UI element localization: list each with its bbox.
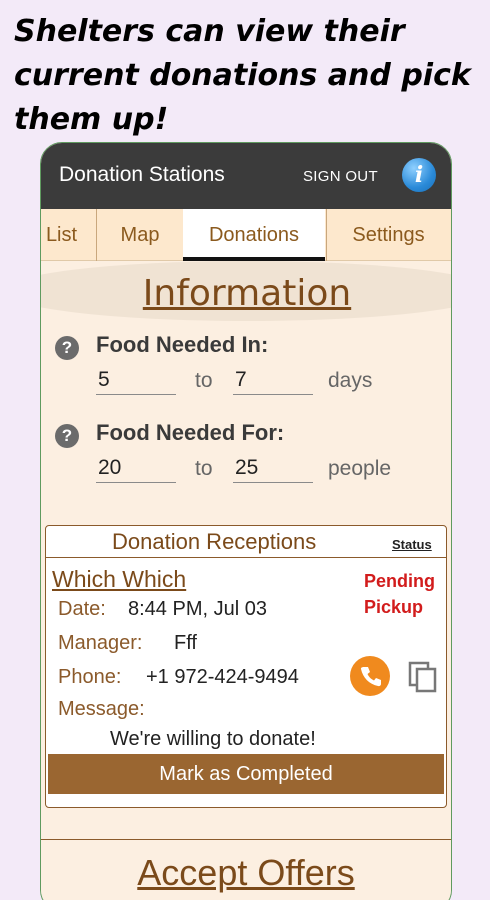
food-needed-in-label: Food Needed In: <box>96 332 269 357</box>
food-needed-in-unit: days <box>328 369 373 392</box>
manager-label: Manager: <box>58 632 143 654</box>
phone-label: Phone: <box>58 666 122 688</box>
tab-list[interactable]: List <box>41 209 97 261</box>
manager-value: Fff <box>174 632 197 654</box>
copy-icon[interactable] <box>408 661 438 693</box>
tab-settings[interactable]: Settings <box>326 209 450 261</box>
status-header: Status <box>392 537 432 552</box>
tab-map[interactable]: Map <box>97 209 183 261</box>
information-title: Information <box>142 273 352 314</box>
accept-offers-title[interactable]: Accept Offers <box>41 852 451 894</box>
food-needed-for-to-input[interactable]: 25 <box>233 453 313 483</box>
date-value: 8:44 PM, Jul 03 <box>128 598 267 620</box>
info-icon[interactable]: i <box>402 158 436 192</box>
accept-offers-section: Accept Offers <box>41 839 451 900</box>
message-label: Message: <box>58 698 145 720</box>
food-needed-for-from-input[interactable]: 20 <box>96 453 176 483</box>
donation-reception-card: Donation Receptions Status Which Which P… <box>45 525 447 808</box>
sign-out-button[interactable]: SIGN OUT <box>303 168 378 185</box>
help-icon[interactable]: ? <box>55 336 79 360</box>
donor-name-link[interactable]: Which Which <box>52 566 186 593</box>
food-needed-in-to-input[interactable]: 7 <box>233 365 313 395</box>
food-needed-for-label: Food Needed For: <box>96 420 285 445</box>
headline-text: Shelters can view their current donation… <box>14 14 471 137</box>
app-title: Donation Stations <box>59 163 225 186</box>
tab-bar: List Map Donations Settings <box>41 209 451 261</box>
food-needed-in-to-word: to <box>195 369 213 392</box>
food-needed-in-from-input[interactable]: 5 <box>96 365 176 395</box>
tab-donations[interactable]: Donations <box>183 209 325 261</box>
help-icon[interactable]: ? <box>55 424 79 448</box>
phone-value: +1 972-424-9494 <box>146 666 299 688</box>
message-value: We're willing to donate! <box>110 728 316 750</box>
card-title: Donation Receptions <box>112 529 317 554</box>
app-bar: Donation Stations SIGN OUT i <box>41 143 451 209</box>
food-needed-for-unit: people <box>328 457 392 480</box>
food-needed-for-to-word: to <box>195 457 213 480</box>
status-badge: Pending Pickup <box>364 571 435 617</box>
phone-screen: Donation Stations SIGN OUT i List Map Do… <box>40 142 452 900</box>
phone-icon[interactable] <box>350 656 390 696</box>
card-header: Donation Receptions Status <box>46 526 446 558</box>
mark-completed-button[interactable]: Mark as Completed <box>48 754 444 794</box>
date-label: Date: <box>58 598 106 620</box>
